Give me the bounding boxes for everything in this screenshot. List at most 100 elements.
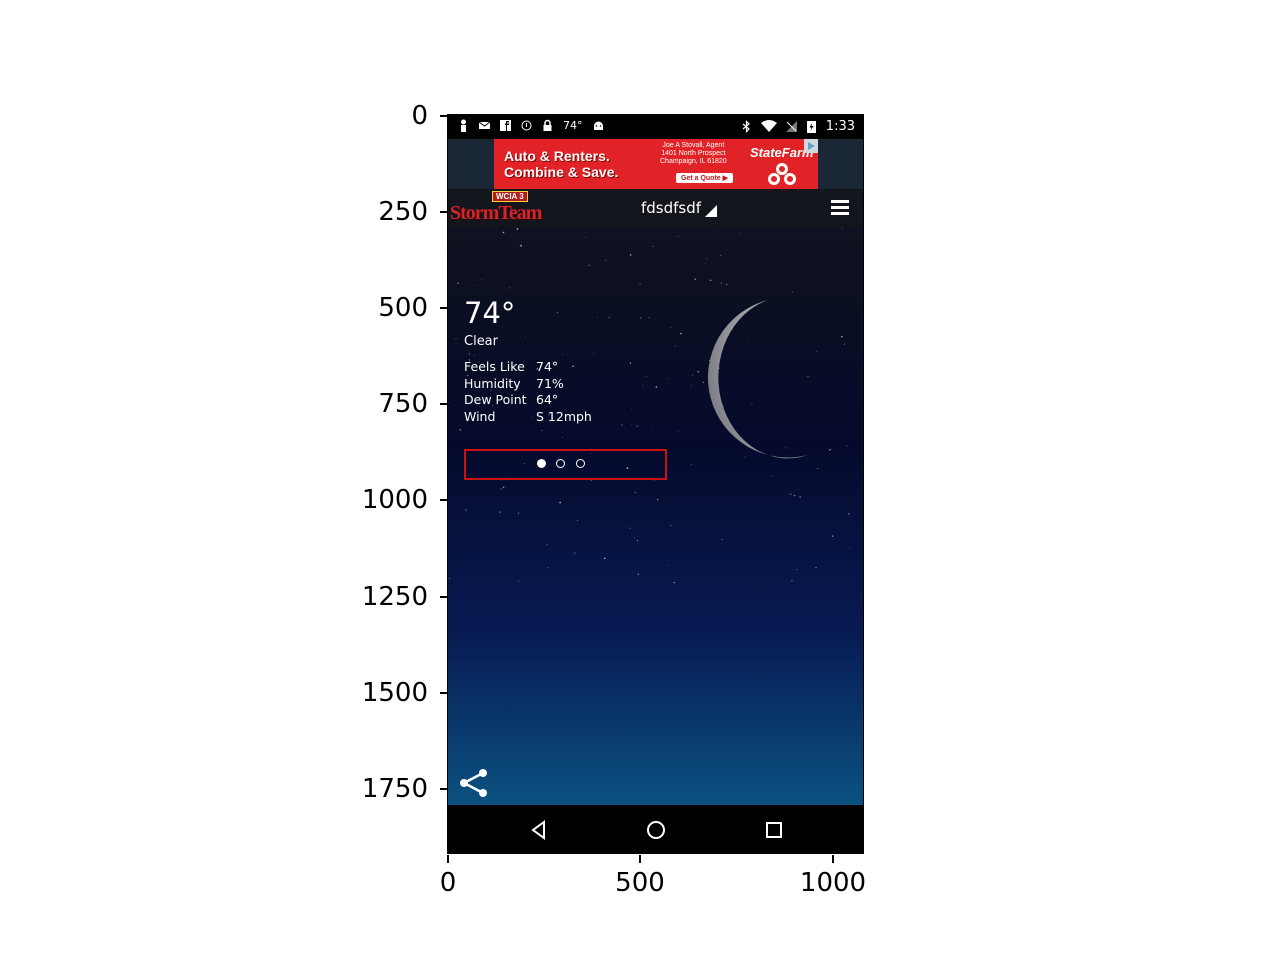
star	[520, 244, 523, 247]
star	[678, 430, 680, 432]
location-selector[interactable]: fdsdfsdf	[641, 199, 718, 217]
star	[516, 228, 519, 230]
star	[815, 566, 817, 569]
star	[629, 254, 632, 256]
star	[455, 338, 457, 340]
page-dot-1[interactable]	[537, 459, 546, 468]
star	[502, 486, 505, 488]
star	[848, 513, 850, 515]
back-icon[interactable]	[527, 818, 551, 842]
message-icon	[479, 121, 490, 129]
star	[680, 332, 682, 335]
page-dot-3[interactable]	[576, 459, 585, 468]
detail-label: Humidity	[464, 375, 521, 391]
detail-value: 71%	[536, 375, 564, 391]
y-tick-label: 250	[378, 197, 428, 227]
star	[634, 536, 636, 538]
star	[702, 381, 704, 383]
y-tick-label: 0	[411, 101, 428, 131]
star	[605, 259, 607, 261]
page-dot-2[interactable]	[556, 459, 565, 468]
star	[709, 279, 712, 282]
star	[562, 437, 564, 438]
detail-value: 64°	[536, 392, 559, 407]
star	[465, 509, 467, 511]
star	[479, 543, 481, 544]
star	[646, 376, 647, 377]
y-tick-label: 1250	[361, 582, 428, 612]
y-tick-label: 1000	[361, 485, 428, 515]
wifi-icon	[760, 120, 777, 132]
star	[775, 276, 777, 278]
statefarm-logo-icon	[768, 163, 796, 185]
star	[720, 254, 722, 256]
x-tick	[639, 855, 641, 863]
navigation-bar	[448, 805, 863, 853]
star	[639, 283, 641, 285]
person-icon	[461, 119, 466, 132]
star	[636, 539, 639, 542]
star	[841, 228, 843, 230]
star	[577, 519, 579, 522]
ad-banner[interactable]: Auto & Renters. Combine & Save. Joe A St…	[494, 139, 818, 189]
star	[666, 565, 668, 567]
y-tick-label: 750	[378, 389, 428, 419]
star	[790, 493, 792, 495]
logo-badge: WCIA 3	[492, 191, 528, 202]
ad-agent-info: Joe A Stovall, Agent 1401 North Prospect…	[660, 142, 727, 165]
star	[831, 535, 834, 537]
star	[481, 279, 483, 280]
get-quote-button[interactable]: Get a Quote ▶	[676, 173, 734, 183]
star	[499, 511, 501, 513]
star	[651, 428, 652, 430]
hamburger-menu-icon[interactable]	[831, 200, 849, 216]
star	[721, 539, 723, 540]
star	[656, 499, 659, 501]
current-conditions: 74° Clear Feels Like 74° Humidity 71% Dew …	[464, 295, 592, 425]
star	[692, 374, 694, 376]
recents-icon[interactable]	[762, 818, 786, 842]
star	[636, 425, 639, 427]
star	[700, 365, 702, 366]
ad-bar: Auto & Renters. Combine & Save. Joe A St…	[448, 139, 863, 189]
logo-text: StormTeam	[450, 202, 542, 224]
page-indicator[interactable]	[464, 449, 667, 480]
star	[648, 317, 650, 319]
star	[697, 371, 699, 373]
detail-label: Wind	[464, 408, 496, 424]
star	[559, 501, 561, 504]
star	[453, 315, 454, 317]
star	[670, 327, 672, 329]
star	[621, 424, 623, 426]
android-icon	[593, 121, 603, 130]
star	[849, 547, 851, 549]
star	[634, 492, 636, 494]
star	[640, 317, 642, 319]
star	[670, 524, 672, 527]
bluetooth-icon	[742, 120, 750, 133]
star	[546, 544, 548, 546]
star	[694, 278, 696, 280]
star	[448, 577, 451, 580]
star	[629, 527, 631, 529]
ad-choices-icon[interactable]	[804, 139, 818, 153]
star	[541, 429, 543, 432]
facebook-icon	[500, 120, 511, 131]
star	[584, 237, 586, 239]
star	[791, 579, 793, 582]
share-icon[interactable]	[458, 767, 490, 799]
star	[612, 329, 614, 330]
star	[502, 231, 505, 234]
detail-label: Dew Point	[464, 392, 527, 407]
home-icon[interactable]	[644, 818, 668, 842]
star	[509, 287, 511, 289]
y-tick-label: 1500	[361, 678, 428, 708]
star	[719, 230, 720, 231]
lock-icon	[543, 119, 552, 131]
star	[517, 240, 519, 242]
no-signal-icon	[785, 121, 797, 132]
condition-text: Clear	[464, 334, 498, 349]
star	[569, 585, 571, 586]
star	[588, 264, 590, 267]
detail-row: Wind S 12mph	[464, 409, 592, 426]
